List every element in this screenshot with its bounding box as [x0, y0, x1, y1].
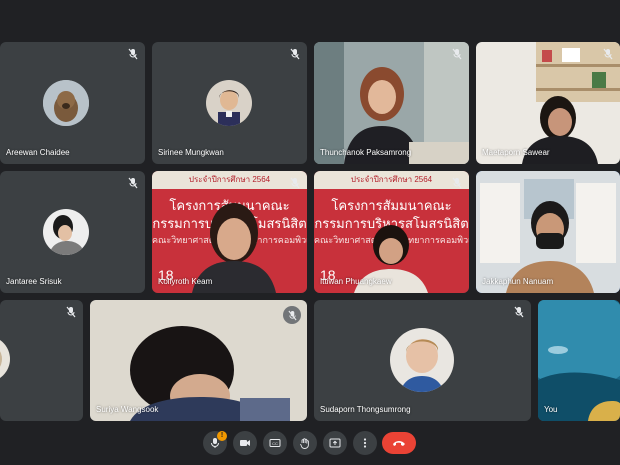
- mic-off-icon: [283, 306, 301, 324]
- participant-name: Sudaporn Thongsumrong: [320, 405, 411, 414]
- mic-off-icon: [66, 306, 76, 318]
- participant-tile-sirinee[interactable]: Sirinee Mungkwan: [152, 42, 307, 164]
- participant-tile-ittiwan[interactable]: ประจำปีการศึกษา 2564 โครงการสัมมนาคณะ กร…: [314, 171, 469, 293]
- participant-name: Suriya Wangsook: [96, 405, 159, 414]
- camera-icon: [240, 440, 250, 446]
- participant-tile-maetaporn[interactable]: Maetaporn Sawear: [476, 42, 620, 164]
- avatar: [0, 336, 10, 382]
- poster-header: ประจำปีการศึกษา 2564: [152, 171, 307, 189]
- video-feed: [476, 42, 620, 164]
- more-icon: [363, 438, 367, 448]
- mic-off-icon: [128, 177, 138, 189]
- captions-icon: CC: [269, 439, 281, 447]
- participant-name: Jantaree Srisuk: [6, 277, 62, 286]
- mic-off-icon: [452, 48, 462, 60]
- participant-tile-suriya[interactable]: Suriya Wangsook: [90, 300, 307, 421]
- participant-tile-kollyroth[interactable]: ประจำปีการศึกษา 2564 โครงการสัมมนาคณะ กร…: [152, 171, 307, 293]
- avatar: [206, 80, 252, 126]
- participant-name: Ittiwan Phuangkaew: [320, 277, 392, 286]
- participant-name: Kollyroth Keam: [158, 277, 213, 286]
- present-button[interactable]: [323, 431, 347, 455]
- participant-name: Maetaporn Sawear: [482, 148, 550, 157]
- mic-off-icon: [128, 48, 138, 60]
- avatar: [43, 209, 89, 255]
- mic-off-icon: [290, 177, 300, 189]
- participant-name: Sirinee Mungkwan: [158, 148, 224, 157]
- poster-header: ประจำปีการศึกษา 2564: [314, 171, 469, 189]
- raise-hand-button[interactable]: [293, 431, 317, 455]
- avatar: [43, 80, 89, 126]
- participant-name: Thunchanok Paksamrong: [320, 148, 412, 157]
- participant-tile-areewan[interactable]: Areewan Chaidee: [0, 42, 145, 164]
- participant-tile-sudaporn[interactable]: Sudaporn Thongsumrong: [314, 300, 531, 421]
- call-controls: CC: [0, 431, 620, 459]
- participant-tile-jantaree[interactable]: Jantaree Srisuk: [0, 171, 145, 293]
- camera-button[interactable]: [233, 431, 257, 455]
- captions-button[interactable]: CC: [263, 431, 287, 455]
- more-options-button[interactable]: [353, 431, 377, 455]
- avatar: [390, 328, 454, 392]
- mic-off-icon: [290, 48, 300, 60]
- mic-off-icon: [452, 177, 462, 189]
- participant-name: Areewan Chaidee: [6, 148, 70, 157]
- svg-text:CC: CC: [272, 441, 278, 446]
- raise-hand-icon: [300, 438, 309, 449]
- participant-tile-you[interactable]: You: [538, 300, 620, 421]
- video-feed: [538, 300, 620, 421]
- video-feed: [476, 171, 620, 293]
- video-feed: [90, 300, 307, 421]
- participant-tile-jakkaphun[interactable]: Jakkaphun Nanuam: [476, 171, 620, 293]
- end-call-icon: [393, 441, 405, 446]
- mic-off-icon: [514, 306, 524, 318]
- mic-warning-badge: !: [217, 431, 227, 441]
- participant-tile-thunchanok[interactable]: Thunchanok Paksamrong: [314, 42, 469, 164]
- present-icon: [329, 438, 341, 448]
- participant-name: You: [544, 405, 558, 414]
- participant-tile-unnamed[interactable]: [0, 300, 83, 421]
- video-feed: [314, 42, 469, 164]
- participant-name: Jakkaphun Nanuam: [482, 277, 554, 286]
- mic-off-icon: [603, 48, 613, 60]
- leave-call-button[interactable]: [382, 432, 416, 454]
